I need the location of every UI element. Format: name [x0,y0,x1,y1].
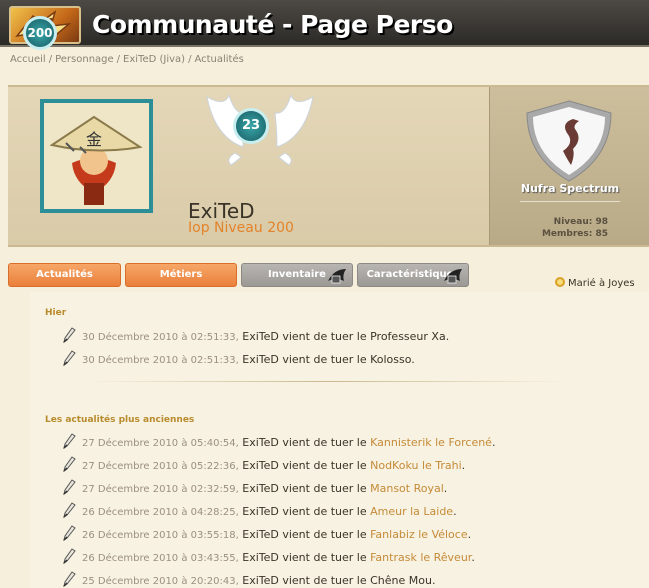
quill-icon [63,525,76,541]
page-header: Communauté - Page Perso [0,0,649,47]
guild-members-value: 85 [595,229,608,239]
news-text: ExiTeD vient de tuer le [242,574,367,587]
news-date: 27 Décembre 2010 à 02:32:59, [82,484,239,495]
news-victim[interactable]: Fanlabiz le Véloce [370,528,468,541]
news-text: ExiTeD vient de tuer le [242,330,367,343]
news-victim[interactable]: Kannisterik le Forcené [370,436,492,449]
level-badge: 200 [23,16,57,50]
breadcrumb-personnage[interactable]: Personnage [55,54,114,65]
section-title-older: Les actualités plus anciennes [45,415,195,425]
section-title-recent: Hier [45,308,67,318]
quill-icon [63,433,76,449]
news-text: ExiTeD vient de tuer le [242,353,367,366]
news-tail: . [461,459,466,472]
news-victim: Kolosso. [370,353,415,366]
news-date: 26 Décembre 2010 à 03:43:55, [82,553,239,564]
quill-icon [63,327,76,343]
news-victim[interactable]: Mansot Royal [370,482,444,495]
news-text: ExiTeD vient de tuer le [242,505,367,518]
character-portrait: 金 [40,99,153,213]
married-status: Marié à Joyes [555,277,635,289]
guild-members: Membres: 85 [490,229,608,239]
news-tail: . [453,505,457,518]
wedding-ring-icon [555,277,565,287]
tab-actualites-label: Actualités [36,269,93,280]
news-tail: . [491,436,496,449]
quill-icon [63,502,76,518]
quill-icon [63,479,76,495]
breadcrumb-actualites: Actualités [194,54,244,65]
news-item: 26 Décembre 2010 à 03:55:18, ExiTeD vien… [62,525,471,543]
news-item: 25 Décembre 2010 à 20:20:43, ExiTeD vien… [62,571,435,588]
news-tail: . [467,528,472,541]
news-date: 30 Décembre 2010 à 02:51:33, [82,332,239,343]
quill-icon [63,456,76,472]
news-item: 27 Décembre 2010 à 02:32:59, ExiTeD vien… [62,479,447,497]
tab-actualites[interactable]: Actualités [8,263,121,287]
news-victim[interactable]: NodKoku le Trahi [370,459,462,472]
quill-icon [63,548,76,564]
news-tail: . [443,482,448,495]
guild-divider [520,201,620,202]
news-victim: Professeur Xa. [370,330,450,343]
news-date: 25 Décembre 2010 à 20:20:43, [82,576,239,587]
news-date: 30 Décembre 2010 à 02:51:33, [82,355,239,366]
news-text: ExiTeD vient de tuer le [242,459,367,472]
news-date: 27 Décembre 2010 à 05:22:36, [82,461,239,472]
quill-icon [63,350,76,366]
news-item: 27 Décembre 2010 à 05:22:36, ExiTeD vien… [62,456,465,474]
quill-icon [63,571,76,587]
news-victim: Chêne Mou. [370,574,436,587]
tab-metiers[interactable]: Métiers [125,263,237,287]
news-victim[interactable]: Ameur la Laide [370,505,453,518]
news-date: 26 Décembre 2010 à 03:55:18, [82,530,239,541]
news-tail: . [471,551,475,564]
tab-metiers-label: Métiers [159,269,203,280]
tab-inventaire[interactable]: Inventaire [241,263,353,287]
guild-panel[interactable]: Nufra Spectrum Niveau: 98 Membres: 85 [489,87,649,245]
tab-caracteristiques[interactable]: Caractéristiques [357,263,469,287]
section-divider [85,381,570,382]
married-label: Marié à [568,278,606,289]
news-item: 30 Décembre 2010 à 02:51:33, ExiTeD vien… [62,327,449,345]
breadcrumb-accueil[interactable]: Accueil [10,54,46,65]
news-item: 27 Décembre 2010 à 05:40:54, ExiTeD vien… [62,433,495,451]
guild-members-label: Membres: [541,229,593,239]
breadcrumb: Accueil / Personnage / ExiTeD (Jiva) / Actuali… [10,54,244,65]
news-item: 26 Décembre 2010 à 04:28:25, ExiTeD vien… [62,502,457,520]
news-text: ExiTeD vient de tuer le [242,482,367,495]
news-text: ExiTeD vient de tuer le [242,551,367,564]
news-victim[interactable]: Fantrask le Rêveur [370,551,471,564]
ally-level-badge: 23 [233,108,269,144]
news-text: ExiTeD vient de tuer le [242,528,367,541]
guild-shield-icon [526,100,612,182]
guild-level: Niveau: 98 [490,217,608,227]
svg-text:金: 金 [86,130,102,149]
character-class-level: Iop Niveau 200 [188,220,294,236]
breadcrumb-character[interactable]: ExiTeD (Jiva) [123,54,185,65]
guild-level-label: Niveau: [553,217,593,227]
page-title: Communauté - Page Perso [92,10,453,39]
locked-wing-icon [444,269,462,284]
news-date: 26 Décembre 2010 à 04:28:25, [82,507,239,518]
locked-wing-icon [328,269,346,284]
news-item: 26 Décembre 2010 à 03:43:55, ExiTeD vien… [62,548,475,566]
guild-name[interactable]: Nufra Spectrum [490,182,649,195]
guild-level-value: 98 [595,217,608,227]
tab-inventaire-label: Inventaire [268,269,326,280]
news-item: 30 Décembre 2010 à 02:51:33, ExiTeD vien… [62,350,415,368]
news-text: ExiTeD vient de tuer le [242,436,367,449]
news-date: 27 Décembre 2010 à 05:40:54, [82,438,239,449]
partner-link[interactable]: Joyes [608,278,634,289]
